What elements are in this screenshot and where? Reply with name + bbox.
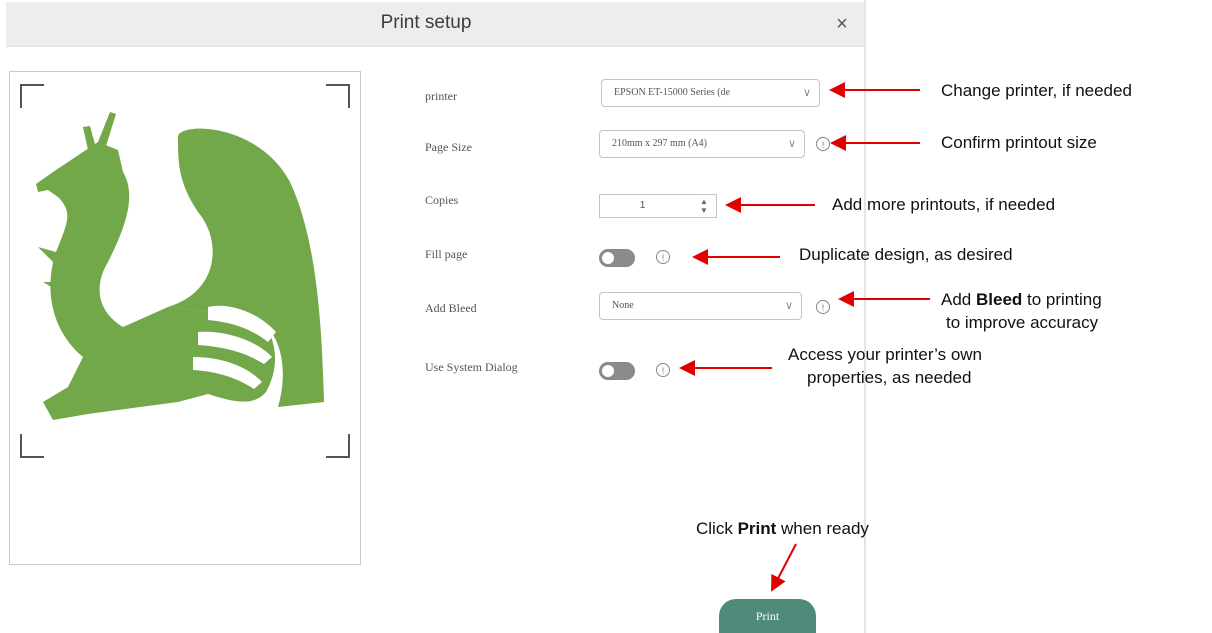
annotation-arrows — [679, 82, 930, 592]
arrow-print — [771, 543, 797, 592]
